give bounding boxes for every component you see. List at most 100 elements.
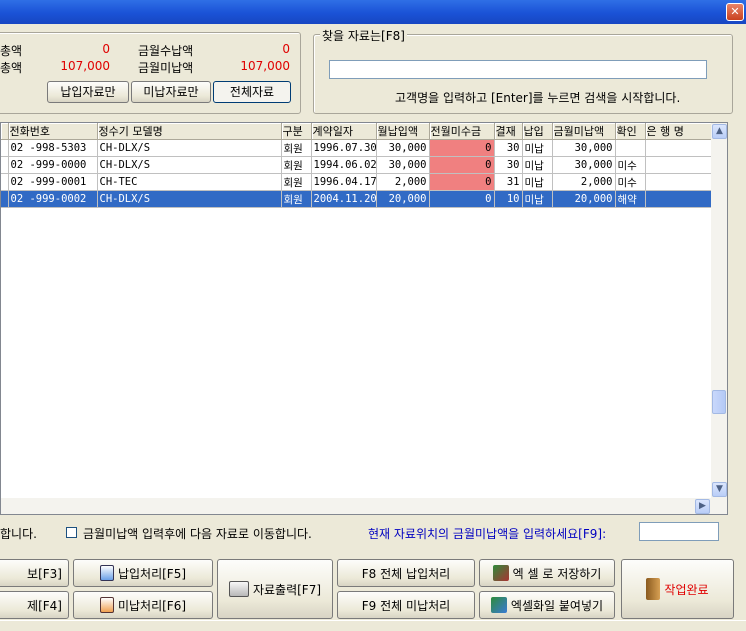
cell-phone[interactable]: 02 -999-0001 [8,173,98,191]
table-row[interactable]: 02 -998-5303 CH-DLX/S 회원 1996.07.30 30,0… [1,139,712,157]
row-indicator[interactable] [1,156,9,174]
search-input[interactable] [329,60,707,79]
cell-confirm[interactable]: 해약 [615,190,646,208]
close-icon[interactable]: ✕ [726,3,744,21]
cell-bank[interactable] [645,156,712,174]
print-icon [228,581,249,597]
filter-unpaid-button[interactable]: 미납자료만 [131,81,211,103]
cell-phone[interactable]: 02 -999-0000 [8,156,98,174]
done-button[interactable]: 작업완료 [621,559,734,619]
all-unpay-button[interactable]: F9 전체 미납처리 [337,591,475,619]
cell-confirm[interactable]: 미수 [615,156,646,174]
vertical-scroll-thumb[interactable] [712,390,726,414]
cell-payment[interactable]: 미납 [522,156,553,174]
row-indicator[interactable] [1,190,9,208]
table-row[interactable]: 02 -999-0001 CH-TEC 회원 1996.04.17 2,000 … [1,173,712,191]
cell-prev-due[interactable]: 0 [429,139,495,157]
cell-confirm[interactable] [615,139,646,157]
excel-save-button[interactable]: 엑 셀 로 저장하기 [479,559,615,587]
horizontal-scrollbar[interactable] [1,498,727,514]
info-button[interactable]: 보[F3] [0,559,69,587]
col-header[interactable]: 금월미납액 [552,123,616,140]
cell-unpaid[interactable]: 30,000 [552,139,616,157]
month-unpaid-label: 금월미납액 [138,61,194,75]
auto-move-label: 금월미납액 입력후에 다음 자료로 이동합니다. [83,527,312,541]
cell-confirm[interactable]: 미수 [615,173,646,191]
cell-type[interactable]: 회원 [281,156,312,174]
cell-contract-date[interactable]: 1994.06.02 [311,156,377,174]
cell-payment[interactable]: 미납 [522,190,553,208]
cell-type[interactable]: 회원 [281,173,312,191]
filter-all-button[interactable]: 전체자료 [213,81,291,103]
col-header[interactable]: 월납입액 [376,123,430,140]
unpay-button[interactable]: 미납처리[F6] [73,591,213,619]
delete-button[interactable]: 제[F4] [0,591,69,619]
cell-unpaid[interactable]: 2,000 [552,173,616,191]
col-header[interactable]: 구분 [281,123,312,140]
col-header[interactable]: 납입 [522,123,553,140]
info-button-label: 보[F3] [27,566,62,581]
scroll-down-icon[interactable]: ▼ [712,482,727,497]
col-header[interactable]: 확인 [615,123,646,140]
unpay-button-label: 미납처리[F6] [117,598,187,613]
cell-type[interactable]: 회원 [281,139,312,157]
cell-unpaid[interactable]: 20,000 [552,190,616,208]
pay-button[interactable]: 납입처리[F5] [73,559,213,587]
vertical-scrollbar[interactable] [711,123,727,498]
cell-monthly[interactable]: 2,000 [376,173,430,191]
cell-payment[interactable]: 미납 [522,173,553,191]
cell-monthly[interactable]: 30,000 [376,139,430,157]
cell-prev-due[interactable]: 0 [429,156,495,174]
unpay-icon [99,597,114,613]
cell-prev-due[interactable]: 0 [429,173,495,191]
cell-bank[interactable] [645,139,712,157]
excel-paste-button[interactable]: 엑셀화일 붙여넣기 [479,591,615,619]
scroll-up-icon[interactable]: ▲ [712,124,727,139]
records-table: 전화번호 정수기 모델명 구분 계약일자 월납입액 전월미수금 결재 납입 금월… [1,123,712,208]
excel-icon [492,565,509,581]
col-header[interactable]: 결재 [494,123,523,140]
total-unpaid-label: 총액 [0,61,23,75]
cell-monthly[interactable]: 30,000 [376,156,430,174]
total-paid-value: 0 [102,42,110,56]
cell-billing-day[interactable]: 30 [494,139,523,157]
total-unpaid-value: 107,000 [60,59,110,73]
col-header[interactable]: 전월미수금 [429,123,495,140]
cell-model[interactable]: CH-DLX/S [97,156,282,174]
row-indicator[interactable] [1,139,9,157]
cell-billing-day[interactable]: 31 [494,173,523,191]
cell-bank[interactable] [645,173,712,191]
cell-model[interactable]: CH-DLX/S [97,190,282,208]
cell-phone[interactable]: 02 -999-0002 [8,190,98,208]
cell-model[interactable]: CH-DLX/S [97,139,282,157]
unpaid-amount-input[interactable] [639,522,719,541]
filter-paid-button[interactable]: 납입자료만 [47,81,129,103]
cell-contract-date[interactable]: 2004.11.20 [311,190,377,208]
col-header[interactable]: 전화번호 [8,123,98,140]
cell-contract-date[interactable]: 1996.07.30 [311,139,377,157]
auto-move-checkbox[interactable] [66,527,77,538]
print-button[interactable]: 자료출력[F7] [217,559,333,619]
cell-billing-day[interactable]: 30 [494,156,523,174]
cell-prev-due[interactable]: 0 [429,190,495,208]
cell-phone[interactable]: 02 -998-5303 [8,139,98,157]
col-header[interactable]: 계약일자 [311,123,377,140]
cell-model[interactable]: CH-TEC [97,173,282,191]
cell-contract-date[interactable]: 1996.04.17 [311,173,377,191]
cell-billing-day[interactable]: 10 [494,190,523,208]
records-grid[interactable]: 전화번호 정수기 모델명 구분 계약일자 월납입액 전월미수금 결재 납입 금월… [0,122,728,515]
cell-monthly[interactable]: 20,000 [376,190,430,208]
cell-bank[interactable] [645,190,712,208]
grid-header: 전화번호 정수기 모델명 구분 계약일자 월납입액 전월미수금 결재 납입 금월… [1,123,712,140]
col-header[interactable]: 정수기 모델명 [97,123,282,140]
all-pay-button[interactable]: F8 전체 납입처리 [337,559,475,587]
row-indicator[interactable] [1,173,9,191]
cell-unpaid[interactable]: 30,000 [552,156,616,174]
cell-type[interactable]: 회원 [281,190,312,208]
col-header[interactable]: 은 행 명 [645,123,712,140]
table-row[interactable]: 02 -999-0000 CH-DLX/S 회원 1994.06.02 30,0… [1,156,712,174]
scroll-right-icon[interactable]: ▶ [695,499,710,514]
table-row-selected[interactable]: 02 -999-0002 CH-DLX/S 회원 2004.11.20 20,0… [1,190,712,208]
cell-payment[interactable]: 미납 [522,139,553,157]
done-button-label: 작업완료 [664,582,709,597]
